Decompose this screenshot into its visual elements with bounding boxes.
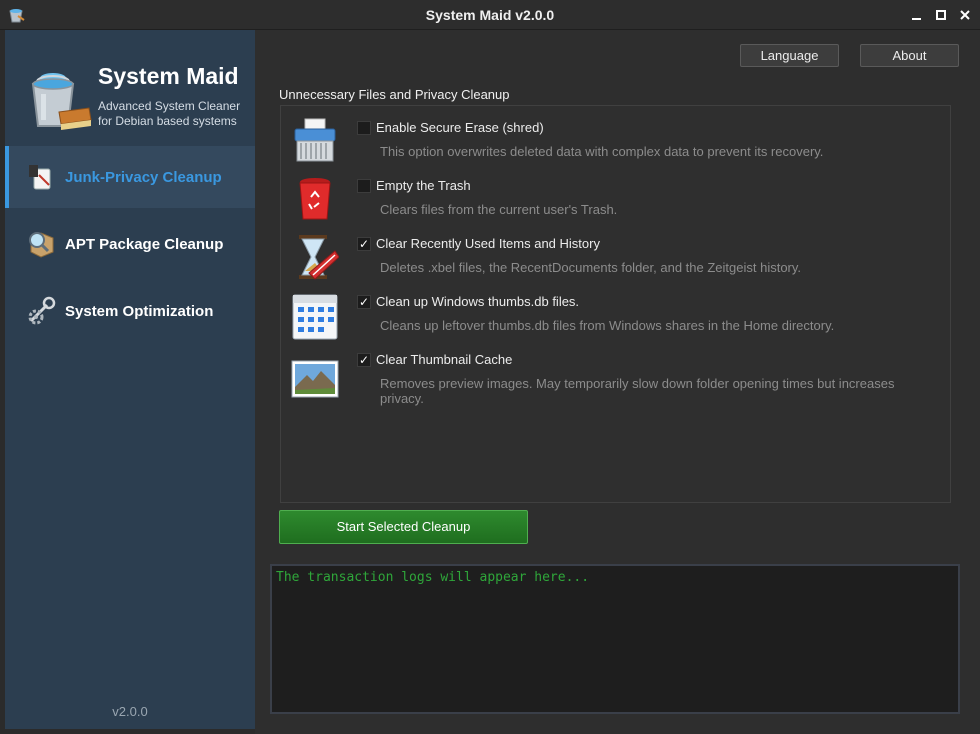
bucket-brush-icon bbox=[31, 73, 92, 130]
landscape-image-icon bbox=[291, 360, 339, 398]
shredder-icon bbox=[294, 118, 336, 162]
language-button[interactable]: Language bbox=[740, 44, 839, 67]
brand-name: System Maid bbox=[98, 63, 239, 89]
option-description: Removes preview images. May temporarily … bbox=[380, 376, 895, 406]
empty-trash-checkbox[interactable] bbox=[357, 179, 371, 193]
option-label: Clean up Windows thumbs.db files. bbox=[376, 294, 580, 309]
trash-icon bbox=[299, 178, 331, 220]
main-panel: Language About Unnecessary Files and Pri… bbox=[255, 30, 980, 734]
option-description: Deletes .xbel files, the RecentDocuments… bbox=[380, 260, 802, 275]
option-label: Clear Thumbnail Cache bbox=[376, 352, 513, 367]
sidebar-item-label: APT Package Cleanup bbox=[65, 235, 224, 253]
tools-gear-icon bbox=[28, 296, 56, 325]
package-magnifier-icon bbox=[29, 232, 54, 258]
brand-description-line1: Advanced System Cleaner bbox=[98, 99, 241, 113]
option-description: This option overwrites deleted data with… bbox=[380, 144, 824, 159]
broom-icon bbox=[29, 165, 51, 190]
thumbs-db-checkbox[interactable]: ✓ bbox=[357, 295, 371, 309]
start-cleanup-button[interactable]: Start Selected Cleanup bbox=[279, 510, 528, 544]
sidebar: System Maid Advanced System Cleaner for … bbox=[5, 30, 255, 729]
option-description: Cleans up leftover thumbs.db files from … bbox=[380, 318, 835, 333]
minimize-icon[interactable] bbox=[908, 6, 926, 24]
sidebar-item-apt-package-cleanup[interactable]: APT Package Cleanup bbox=[5, 213, 255, 275]
hourglass-eraser-icon bbox=[299, 235, 339, 280]
thumbnail-grid-icon bbox=[292, 294, 338, 340]
window-titlebar: System Maid v2.0.0 bbox=[0, 0, 980, 30]
option-label: Clear Recently Used Items and History bbox=[376, 236, 600, 251]
brand-description: Advanced System Cleaner for Debian based… bbox=[98, 99, 253, 129]
secure-erase-checkbox[interactable] bbox=[357, 121, 371, 135]
section-title: Unnecessary Files and Privacy Cleanup bbox=[279, 87, 510, 102]
thumbnail-cache-checkbox[interactable]: ✓ bbox=[357, 353, 371, 367]
sidebar-item-label: System Optimization bbox=[65, 302, 214, 320]
maximize-icon[interactable] bbox=[932, 6, 950, 24]
option-label: Empty the Trash bbox=[376, 178, 471, 193]
option-description: Clears files from the current user's Tra… bbox=[380, 202, 618, 217]
window-title: System Maid v2.0.0 bbox=[425, 7, 555, 23]
recent-history-checkbox[interactable]: ✓ bbox=[357, 237, 371, 251]
cleanup-options-group: Enable Secure Erase (shred) This option … bbox=[280, 105, 951, 503]
version-label: v2.0.0 bbox=[112, 704, 148, 719]
about-button[interactable]: About bbox=[860, 44, 959, 67]
sidebar-item-junk-privacy-cleanup[interactable]: Junk-Privacy Cleanup bbox=[5, 146, 255, 208]
close-icon[interactable] bbox=[956, 6, 974, 24]
option-label: Enable Secure Erase (shred) bbox=[376, 120, 544, 135]
transaction-log[interactable]: The transaction logs will appear here... bbox=[270, 564, 960, 714]
brand-description-line2: for Debian based systems bbox=[98, 114, 237, 128]
sidebar-item-label: Junk-Privacy Cleanup bbox=[65, 168, 222, 186]
sidebar-item-system-optimization[interactable]: System Optimization bbox=[5, 280, 255, 342]
